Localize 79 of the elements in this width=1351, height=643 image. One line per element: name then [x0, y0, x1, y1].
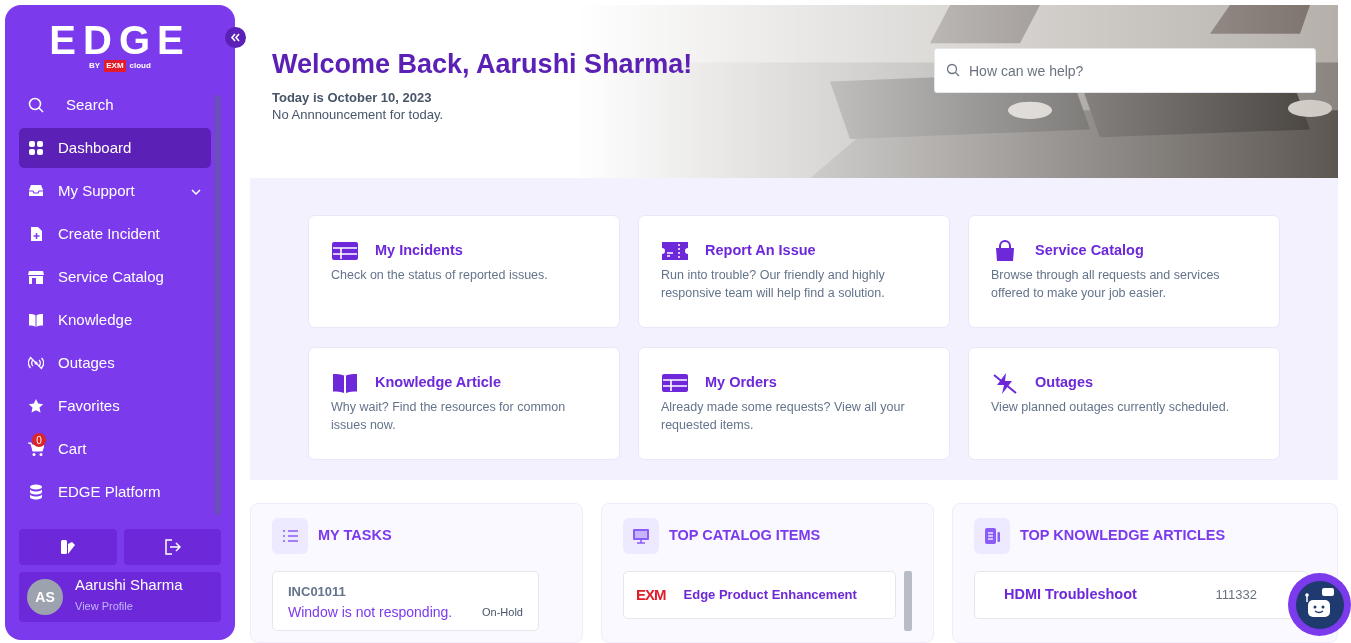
panel-title: MY TASKS [318, 526, 392, 546]
search-icon [28, 97, 44, 113]
task-status: On-Hold [482, 604, 523, 620]
list-icon [281, 527, 299, 545]
grid-icon [28, 140, 44, 156]
profile-link[interactable]: View Profile [75, 600, 133, 612]
item-logo: EXM [636, 584, 666, 605]
document-icon [983, 527, 1001, 545]
item-name: Edge Product Enhancement [683, 586, 857, 605]
signal-off-icon [28, 355, 44, 371]
card-description: Browse through all requests and services offered to make your job easier. [991, 267, 1221, 303]
sidebar-item[interactable]: Search [19, 85, 211, 125]
task-number: INC01011 [288, 583, 347, 601]
card-description: View planned outages currently scheduled. [991, 399, 1231, 417]
task-summary: Window is not responding. [288, 602, 453, 622]
book-icon [28, 312, 44, 328]
sidebar-item[interactable]: Favorites [19, 386, 211, 426]
sidebar-item[interactable]: Create Incident [19, 214, 211, 254]
panel-title: TOP CATALOG ITEMS [669, 526, 821, 546]
store-icon [28, 269, 44, 285]
quick-link-card[interactable]: Report An Issue Run into trouble? Our friendly and highly responsive team will help find a solution. [638, 215, 950, 329]
card-title: My Incidents [375, 241, 463, 261]
book-icon [331, 372, 359, 395]
sidebar-item[interactable]: Knowledge [19, 300, 211, 340]
count-badge: 0 [32, 433, 46, 447]
sidebar-item[interactable]: Outages [19, 343, 211, 383]
card-title: Report An Issue [705, 241, 816, 261]
user-name: Aarushi Sharma [75, 577, 183, 593]
database-icon [28, 484, 44, 500]
sidebar-item[interactable]: My Support [19, 171, 211, 211]
card-description: Why wait? Find the resources for common issues now. [331, 399, 567, 435]
logo-wordmark: EDGE [49, 21, 191, 59]
card-title: Knowledge Article [375, 373, 501, 393]
logo-tagline: BY [89, 60, 101, 72]
card-description: Already made some requests? View all your requested items. [661, 399, 906, 435]
article-item[interactable]: HDMI Troubleshoot 111332 [974, 571, 1308, 619]
sidebar-item[interactable]: Dashboard [19, 128, 211, 168]
scrollbar [904, 571, 912, 631]
quick-link-card[interactable]: Outages View planned outages currently scheduled. [968, 347, 1280, 461]
article-number: 111332 [1215, 586, 1257, 605]
table-icon [331, 240, 359, 263]
catalog-item[interactable]: EXM Edge Product Enhancement [623, 571, 896, 619]
announcement-text: No Annnouncement for today. [272, 106, 445, 123]
file-plus-icon [28, 226, 44, 242]
card-title: My Orders [705, 373, 777, 393]
task-item[interactable]: INC01011 Window is not responding. On-Hold [272, 571, 539, 631]
ticket-icon [661, 240, 689, 263]
star-icon [28, 398, 44, 414]
panel-title: TOP KNOWLEDGE ARTICLES [1020, 526, 1226, 546]
sidebar-item[interactable]: Service Catalog [19, 257, 211, 297]
card-description: Check on the status of reported issues. [331, 267, 549, 285]
card-title: Service Catalog [1035, 241, 1144, 261]
collapse-button[interactable] [225, 27, 246, 48]
inbox-icon [28, 183, 44, 199]
page-title: Welcome Back, Aarushi Sharma! [272, 48, 693, 81]
logout-button[interactable] [123, 529, 221, 565]
monitor-icon [632, 527, 650, 545]
brand-logo: EXM [104, 60, 126, 72]
avatar: AS [27, 579, 63, 615]
robot-icon [1294, 579, 1345, 630]
logo-tagline: cloud [129, 60, 151, 72]
quick-link-card[interactable]: Service Catalog Browse through all requests and services offered to make your job easier. [968, 215, 1280, 329]
quick-link-card[interactable]: My Orders Already made some requests? View all your requested items. [638, 347, 950, 461]
theme-button[interactable] [19, 529, 117, 565]
swatch-icon [58, 538, 77, 556]
article-title: HDMI Troubleshoot [1004, 585, 1137, 605]
table-icon [661, 372, 689, 395]
sidebar-item[interactable]: EDGE Platform [19, 472, 211, 512]
card-title: Outages [1035, 373, 1093, 393]
sidebar-item[interactable]: 0 Cart [19, 429, 211, 469]
quick-link-card[interactable]: My Incidents Check on the status of reported issues. [308, 215, 620, 329]
quick-link-card[interactable]: Knowledge Article Why wait? Find the resources for common issues now. [308, 347, 620, 461]
date-text: Today is October 10, 2023 [272, 89, 433, 106]
search-field[interactable]: How can we help? [934, 48, 1316, 93]
profile-card[interactable]: AS Aarushi Sharma View Profile [19, 572, 221, 622]
logout-icon [163, 538, 182, 556]
bolt-off-icon [991, 372, 1019, 395]
chevrons-left-icon [230, 32, 241, 43]
card-description: Run into trouble? Our friendly and highly responsive team will help find a solution. [661, 267, 886, 303]
